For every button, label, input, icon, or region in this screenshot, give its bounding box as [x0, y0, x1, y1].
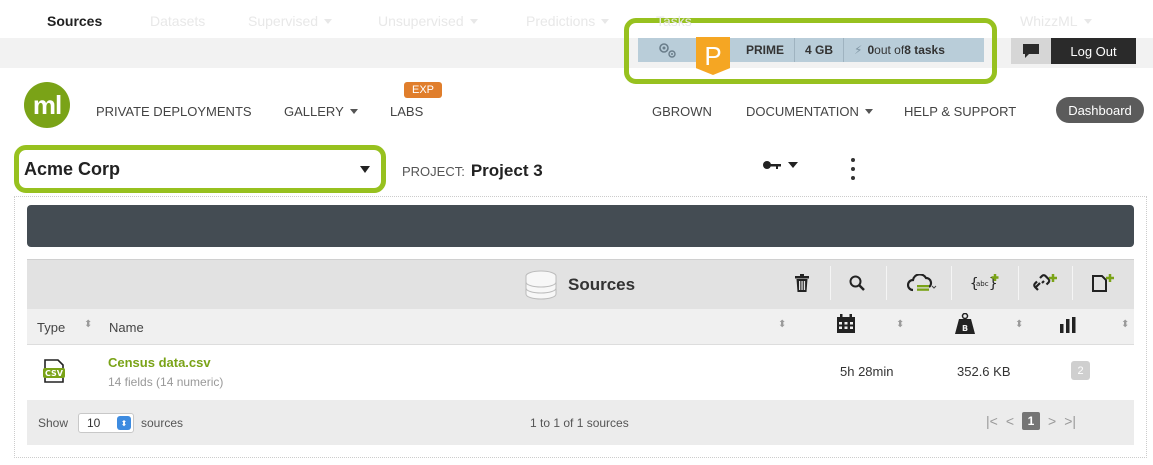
tab-tasks[interactable]: Tasks	[656, 13, 692, 29]
resource-tabbar	[27, 205, 1134, 247]
search-icon	[849, 275, 865, 291]
bar-chart-icon[interactable]	[1059, 317, 1077, 338]
chevron-down-icon	[349, 109, 358, 114]
tab-supervised[interactable]: Supervised	[248, 13, 333, 29]
api-key-menu[interactable]	[762, 160, 798, 170]
source-datasets-count[interactable]: 2	[1071, 361, 1090, 380]
tab-whizzml-label: WhizzML	[1020, 13, 1078, 29]
nav-private-deployments[interactable]: PRIVATE DEPLOYMENTS	[96, 104, 252, 119]
nav-user[interactable]: GBROWN	[652, 104, 712, 119]
tab-datasets-label: Datasets	[150, 13, 206, 29]
inline-data-icon: { abc }	[970, 274, 999, 292]
project-label: PROJECT:	[402, 164, 465, 179]
labs-exp-badge: EXP	[404, 82, 442, 98]
nav-user-label: GBROWN	[652, 104, 712, 119]
svg-text:B: B	[962, 324, 968, 333]
toolbar-separator	[830, 266, 831, 300]
tab-predictions[interactable]: Predictions	[526, 13, 610, 29]
database-icon	[525, 270, 557, 300]
organization-select[interactable]: Acme Corp	[24, 153, 376, 185]
calendar-icon[interactable]	[836, 314, 856, 339]
tab-predictions-label: Predictions	[526, 13, 596, 29]
chevron-down-icon	[788, 162, 798, 168]
toolbar-separator	[886, 266, 887, 300]
sort-icon[interactable]: ⬍	[896, 319, 904, 330]
toolbar-separator	[951, 266, 952, 300]
source-size: 352.6 KB	[957, 364, 1011, 379]
bigml-logo[interactable]: ml	[24, 82, 70, 128]
first-page-icon[interactable]: |<	[986, 413, 998, 429]
inline-source-button[interactable]: { abc }	[968, 268, 1002, 298]
link-add-icon	[1033, 274, 1057, 291]
tab-unsupervised-label: Unsupervised	[378, 13, 464, 29]
current-page[interactable]: 1	[1022, 412, 1040, 430]
sort-icon[interactable]: ⬍	[1121, 319, 1129, 330]
csv-file-icon-label: CSV	[45, 369, 64, 378]
nav-help-support[interactable]: HELP & SUPPORT	[904, 104, 1016, 119]
nav-private-deployments-label: PRIVATE DEPLOYMENTS	[96, 104, 252, 119]
sort-icon[interactable]: ⬍	[84, 319, 92, 330]
key-icon	[763, 161, 781, 169]
svg-text:abc: abc	[976, 280, 989, 288]
next-page-icon[interactable]: >	[1048, 413, 1056, 429]
toolbar-separator	[1018, 266, 1019, 300]
organization-name: Acme Corp	[24, 158, 121, 179]
weight-icon[interactable]: B	[954, 312, 976, 340]
chevron-down-icon	[469, 18, 478, 24]
new-source-button[interactable]	[1088, 268, 1118, 298]
dashboard-button[interactable]: Dashboard	[1056, 97, 1144, 123]
file-add-icon	[1092, 274, 1114, 292]
cloud-upload-icon	[907, 274, 937, 292]
project-selector[interactable]: PROJECT: Project 3	[402, 161, 543, 181]
page-size-select[interactable]: 10 ⬍	[78, 413, 134, 433]
more-options-icon[interactable]	[848, 158, 858, 180]
chat-button[interactable]	[1011, 38, 1051, 64]
list-title-text: Sources	[568, 275, 636, 294]
tab-supervised-label: Supervised	[248, 13, 319, 29]
page-size-value: 10	[87, 416, 101, 430]
remote-source-button[interactable]	[1030, 268, 1060, 298]
last-page-icon[interactable]: >|	[1064, 413, 1076, 429]
pagination: |< < 1 > >|	[986, 412, 1076, 430]
tab-whizzml[interactable]: WhizzML	[1020, 13, 1092, 29]
pagination-range: 1 to 1 of 1 sources	[530, 416, 629, 430]
source-name-link[interactable]: Census data.csv	[108, 355, 211, 370]
tab-sources[interactable]: Sources	[37, 8, 113, 34]
show-label: Show	[38, 416, 69, 430]
sources-label: sources	[141, 416, 184, 430]
prev-page-icon[interactable]: <	[1006, 413, 1014, 429]
upload-source-button[interactable]	[903, 268, 941, 298]
logout-button[interactable]: Log Out	[1051, 38, 1136, 64]
nav-help-support-label: HELP & SUPPORT	[904, 104, 1017, 119]
chevron-down-icon	[324, 18, 333, 24]
source-fields-summary: 14 fields (14 numeric)	[108, 375, 224, 389]
chevron-down-icon	[864, 109, 873, 114]
nav-gallery-label: GALLERY	[284, 104, 344, 119]
trash-icon	[795, 274, 809, 292]
list-title: Sources	[524, 270, 635, 300]
nav-labs-label: LABS	[390, 104, 424, 119]
column-name[interactable]: Name	[109, 320, 144, 335]
project-name: Project 3	[470, 161, 543, 180]
stepper-icon[interactable]: ⬍	[117, 416, 131, 430]
delete-button[interactable]	[790, 268, 814, 298]
chevron-down-icon	[360, 165, 370, 173]
source-age: 5h 28min	[840, 364, 894, 379]
nav-gallery[interactable]: GALLERY	[284, 104, 358, 119]
chat-icon	[1023, 44, 1039, 58]
chevron-down-icon	[1083, 18, 1092, 24]
toolbar-separator	[1072, 266, 1073, 300]
sort-icon[interactable]: ⬍	[1015, 319, 1023, 330]
nav-labs[interactable]: LABS	[390, 104, 423, 119]
sort-icon[interactable]: ⬍	[778, 319, 786, 330]
csv-file-icon: CSV	[43, 359, 65, 388]
column-type[interactable]: Type	[37, 320, 65, 335]
nav-documentation-label: DOCUMENTATION	[746, 104, 859, 119]
tab-tasks-label: Tasks	[656, 13, 692, 29]
tab-unsupervised[interactable]: Unsupervised	[378, 13, 478, 29]
search-button[interactable]	[845, 268, 869, 298]
tab-datasets[interactable]: Datasets	[150, 13, 205, 29]
nav-documentation[interactable]: DOCUMENTATION	[746, 104, 873, 119]
chevron-down-icon	[601, 18, 610, 24]
